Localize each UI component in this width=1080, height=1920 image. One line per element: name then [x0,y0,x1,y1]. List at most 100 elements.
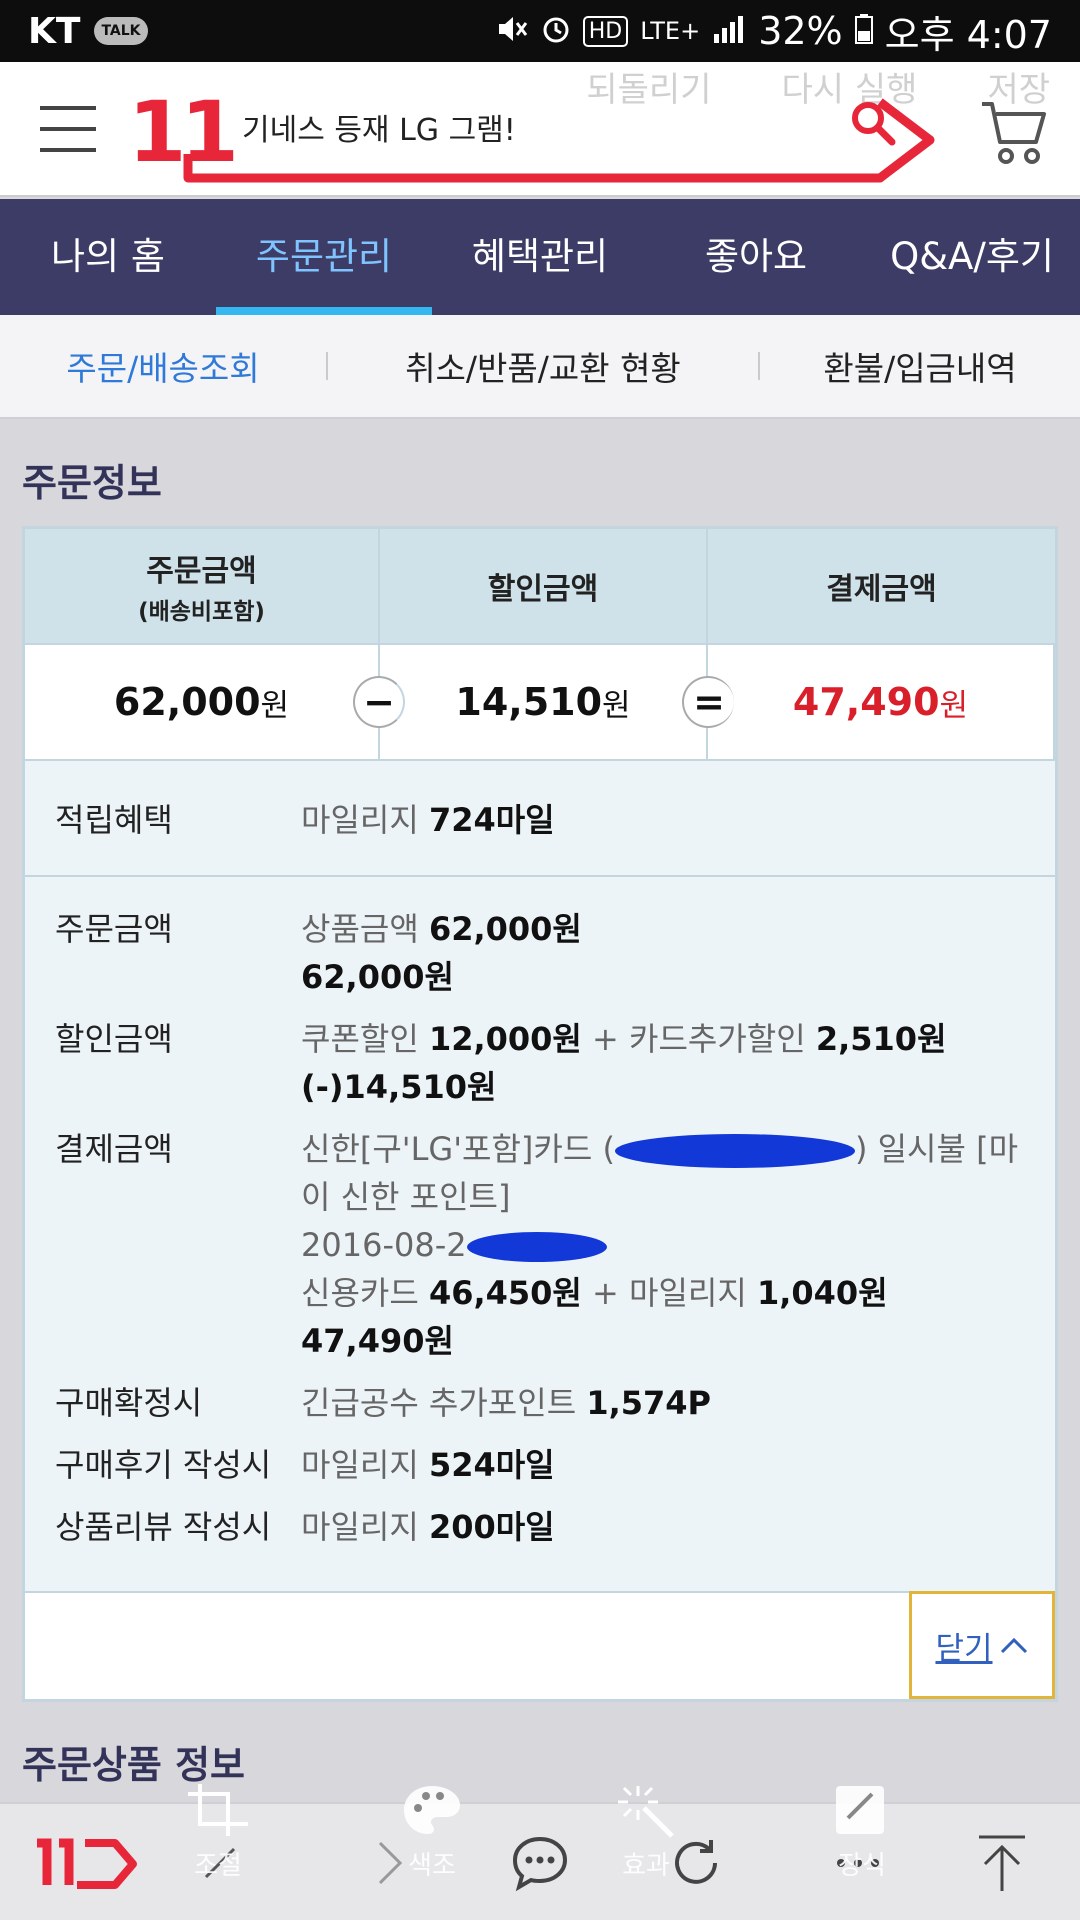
carrier-label: KT [28,10,81,52]
magic-wand-icon [618,1786,674,1838]
chevron-up-icon [1000,1637,1027,1654]
minus-icon: − [353,676,405,728]
tab-my-home[interactable]: 나의 홈 [0,199,216,315]
discount-amount-cell: 14,510 원 [380,645,708,759]
subtab-cancel-return[interactable]: 취소/반품/교환 현황 [328,342,758,390]
product-review-prefix: 마일리지 [301,1508,419,1546]
plus-sign: + [592,1020,619,1058]
tone-tool-label: 색조 [408,1851,456,1881]
review-prefix: 마일리지 [301,1446,419,1484]
order-amount-sublabel: (배송비포함) [138,599,265,625]
search-input[interactable]: 기네스 등재 LG 그램! [242,105,516,149]
payment-mileage-label: 마일리지 [629,1274,747,1312]
adjust-tool[interactable]: 조절 [178,1782,258,1882]
sub-nav: 주문/배송조회 취소/반품/교환 현황 환불/입금내역 [0,315,1080,419]
adjust-tool-label: 조절 [194,1851,242,1881]
review-value: 524마일 [428,1446,555,1484]
subtab-refund[interactable]: 환불/입금내역 [760,342,1080,390]
status-bar: KT TALK HD LTE+ 32% 오후 4:07 [0,0,1080,62]
tone-tool[interactable]: 색조 [392,1782,472,1882]
payment-mileage-value: 1,040원 [756,1274,888,1312]
credit-card-value: 46,450원 [428,1274,582,1312]
tab-order-management[interactable]: 주문관리 [216,199,432,315]
close-bar: 닫기 [25,1591,1055,1699]
payment-amount-label: 결제금액 [826,572,937,607]
detail-row-discount: 할인금액 쿠폰할인 12,000원 + 카드추가할인 2,510원 (-)14,… [25,1015,1055,1111]
subtab-order-delivery[interactable]: 주문/배송조회 [0,342,326,390]
detail-confirm-label: 구매확정시 [55,1384,203,1422]
discount-amount-label: 할인금액 [487,572,599,607]
close-button[interactable]: 닫기 [909,1591,1055,1699]
crop-icon [188,1784,248,1836]
menu-icon[interactable] [40,106,96,156]
coupon-discount-label: 쿠폰할인 [301,1020,419,1058]
summary-head-payment: 결제금액 [708,529,1055,643]
battery-percent: 32% [758,9,843,53]
currency-unit: 원 [939,687,969,724]
alarm-icon [541,9,571,53]
detail-row-review: 구매후기 작성시 마일리지 524마일 [25,1441,1055,1489]
decorate-tool[interactable]: 장식 [822,1782,902,1882]
network-label: LTE+ [640,17,701,45]
detail-payment-label: 결제금액 [55,1130,173,1168]
detail-discount-label: 할인금액 [55,1020,173,1058]
detail-review-label: 구매후기 작성시 [55,1446,272,1484]
discount-total: (-)14,510원 [301,1068,497,1106]
detail-row-order: 주문금액 상품금액 62,000원 62,000원 [25,905,1055,1001]
summary-header: 주문금액 (배송비포함) 할인금액 결제금액 [25,529,1055,645]
confirm-value: 1,574P [586,1384,711,1422]
summary-head-order: 주문금액 (배송비포함) [25,529,380,643]
mileage-benefit-row: 적립혜택 마일리지 724마일 [25,761,1055,877]
signal-icon [712,9,746,53]
summary-values: 62,000 원 14,510 원 47,490 원 − = [25,645,1055,761]
payment-date: 2016-08-2 [301,1226,467,1264]
item-amount-label: 상품금액 [301,910,419,948]
order-detail-list: 주문금액 상품금액 62,000원 62,000원 할인금액 쿠폰할인 12,0… [25,877,1055,1551]
order-total: 62,000원 [301,958,454,996]
close-button-label: 닫기 [935,1630,993,1667]
tab-likes[interactable]: 좋아요 [648,199,864,315]
mileage-value: 724마일 [428,801,555,839]
equals-icon: = [682,676,734,728]
battery-icon [854,9,873,53]
coupon-discount-value: 12,000원 [428,1020,582,1058]
detail-row-product-review: 상품리뷰 작성시 마일리지 200마일 [25,1503,1055,1551]
redaction-scribble [614,1134,855,1168]
sticker-icon [836,1786,884,1834]
card-discount-value: 2,510원 [815,1020,947,1058]
payment-total: 47,490원 [301,1322,454,1360]
discount-amount-value: 14,510 [455,680,603,724]
tab-qa-reviews[interactable]: Q&A/후기 [864,199,1080,315]
currency-unit: 원 [260,687,290,724]
order-amount-cell: 62,000 원 [25,645,380,759]
editor-tools-overlay: 조절 색조 효과 장식 [0,1782,1080,1881]
credit-card-label: 신용카드 [301,1274,419,1312]
main-nav: 나의 홈 주문관리 혜택관리 좋아요 Q&A/후기 [0,199,1080,315]
card-prefix: 신한[구'LG'포함]카드 ( [301,1130,615,1168]
order-amount-label: 주문금액 [146,554,257,589]
hd-icon: HD [582,15,629,47]
detail-product-review-label: 상품리뷰 작성시 [55,1508,272,1546]
payment-amount-value: 47,490 [792,680,940,724]
mileage-benefit-label: 적립혜택 [55,801,173,839]
effect-tool-label: 효과 [622,1851,670,1881]
product-review-value: 200마일 [428,1508,555,1546]
order-info-title: 주문정보 [22,461,162,505]
kakaotalk-icon: TALK [94,17,148,45]
detail-row-payment: 결제금액 신한[구'LG'포함]카드 () 일시불 [마이 신한 포인트] 20… [25,1125,1055,1365]
item-amount-value: 62,000원 [428,910,582,948]
order-products-title: 주문상품 정보 [22,1743,245,1787]
search-icon[interactable] [850,100,896,146]
decorate-tool-label: 장식 [838,1851,886,1881]
mileage-prefix: 마일리지 [301,801,419,839]
summary-head-discount: 할인금액 [380,529,708,643]
confirm-prefix: 긴급공수 추가포인트 [301,1384,577,1422]
tab-benefits[interactable]: 혜택관리 [432,199,648,315]
cart-icon[interactable] [980,98,1048,166]
order-amount-value: 62,000 [113,680,261,724]
card-discount-label: 카드추가할인 [629,1020,806,1058]
palette-icon [404,1786,460,1834]
order-info-box: 주문금액 (배송비포함) 할인금액 결제금액 62,000 원 14,510 원 4… [22,526,1058,1702]
effect-tool[interactable]: 효과 [606,1782,686,1882]
currency-unit: 원 [602,687,631,724]
